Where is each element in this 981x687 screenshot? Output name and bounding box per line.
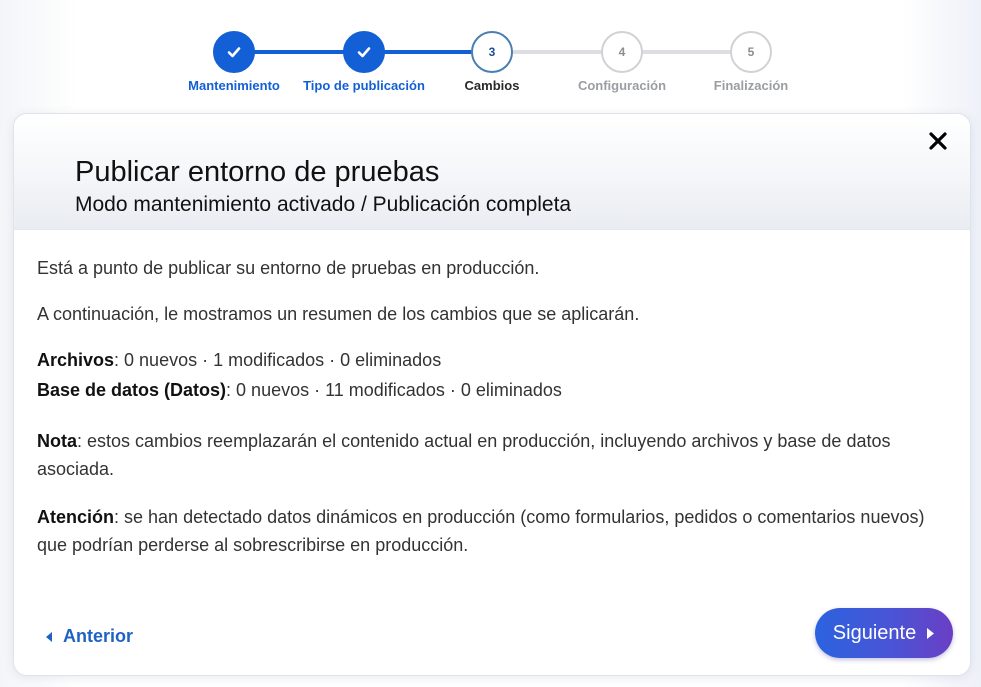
step-3-number: 3 [488,45,496,59]
step-1-label: Mantenimiento [188,78,280,93]
dialog-title: Publicar entorno de pruebas [75,156,440,188]
dialog-subtitle: Modo mantenimiento activado / Publicació… [75,193,572,216]
step-3-label: Cambios [464,78,520,93]
step-2-circle [343,31,385,73]
close-button[interactable] [926,129,950,153]
step-2-label: Tipo de publicación [303,78,425,93]
check-icon [227,47,241,58]
step-4-circle: 4 [601,31,643,73]
step-4-number: 4 [618,45,626,59]
caret-left-icon [46,631,52,642]
step-5-circle: 5 [730,31,772,73]
files-value: : 0 nuevos · 1 modificados · 0 eliminado… [114,350,442,370]
step-3-circle: 3 [471,31,513,73]
next-button[interactable]: Siguiente [815,608,953,658]
publish-dialog: Publicar entorno de pruebas Modo manteni… [13,113,971,676]
summary-intro-text: A continuación, le mostramos un resumen … [37,304,640,324]
database-label: Base de datos (Datos) [37,380,227,400]
warning-label: Atención [37,507,115,527]
intro-text: Está a punto de publicar su entorno de p… [37,258,540,278]
next-label: Siguiente [832,621,917,644]
step-4-label: Configuración [577,78,667,93]
progress-stepper: 3 4 5 Mantenimiento Tipo de publicación … [0,0,981,110]
warning-body: : se han detectado datos dinámicos en pr… [37,507,925,555]
step-5-label: Finalización [713,78,789,93]
close-icon [929,132,947,150]
step-1-circle [213,31,255,73]
check-icon [357,47,371,58]
note-body: : estos cambios reemplazarán el contenid… [37,431,891,479]
files-label: Archivos [37,350,115,370]
previous-label: Anterior [63,626,134,646]
files-summary: Archivos: 0 nuevos · 1 modificados · 0 e… [37,346,952,374]
caret-right-icon [927,627,935,639]
note-label: Nota [37,431,77,451]
database-summary: Base de datos (Datos): 0 nuevos · 11 mod… [37,376,952,404]
dialog-header: Publicar entorno de pruebas Modo manteni… [14,114,970,230]
warning-text: Atención: se han detectado datos dinámic… [37,503,952,559]
previous-button[interactable]: Anterior [44,626,133,647]
note-text: Nota: estos cambios reemplazarán el cont… [37,427,952,483]
step-5-number: 5 [747,45,755,59]
database-value: : 0 nuevos · 11 modificados · 0 eliminad… [226,380,562,400]
